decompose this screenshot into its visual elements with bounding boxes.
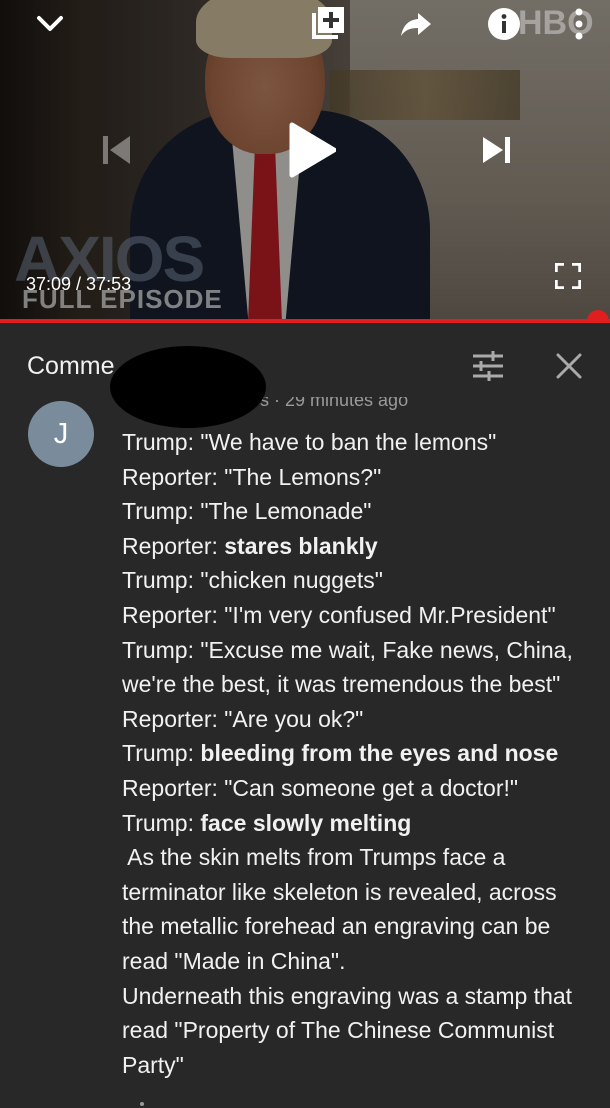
fullscreen-button[interactable] [548,258,588,294]
comment-line-text: As the skin melts from Trumps face a [122,844,506,871]
comment-line: Trump: "chicken nuggets" [122,563,592,598]
comment-line-text: Trump: "The Lemonade" [122,498,372,525]
info-icon [488,8,520,40]
comment-line-text: read "Property of The Chinese Communist [122,1017,555,1044]
comment-line-text: Trump: [122,740,201,767]
time-display: 37:09 / 37:53 [26,274,132,294]
sort-comments-button[interactable] [468,346,508,386]
play-button[interactable] [278,116,344,184]
minimize-button[interactable] [30,6,70,42]
comment-line-text: Reporter: [122,532,225,559]
comment-line-action: face slowly melting [200,809,412,836]
fullscreen-icon [555,263,581,289]
comment-line: Trump: "Excuse me wait, Fake news, China… [122,633,592,668]
comment-line-text: the metallic forehead an engraving can b… [122,913,551,940]
comment-line: Reporter: "The Lemons?" [122,460,592,495]
comment-line: we're the best, it was tremendous the be… [122,667,592,702]
comment-line: the metallic forehead an engraving can b… [122,909,592,944]
comment-line: Trump: "The Lemonade" [122,494,592,529]
close-comments-button[interactable] [550,348,588,384]
comment-line-text: terminator like skeleton is revealed, ac… [122,878,557,905]
play-icon [289,122,336,178]
comment-line-action: stares blankly [224,532,378,559]
comment-line-text: Underneath this engraving was a stamp th… [122,982,573,1009]
comment-line-text: Reporter: "Are you ok?" [122,705,364,732]
avatar[interactable]: J [28,401,94,467]
comment-line: Party" [122,1048,592,1083]
comments-title: Comme [27,352,115,380]
skip-next-icon [483,137,510,163]
add-to-playlist-button[interactable] [306,2,350,44]
comment-line: Underneath this engraving was a stamp th… [122,979,592,1014]
more-options-button[interactable] [566,4,592,44]
comment-line-text: Trump: "Excuse me wait, Fake news, China… [122,636,573,663]
comment-line: read "Made in China". [122,944,592,979]
comment-line-text: Reporter: "The Lemons?" [122,463,382,490]
share-button[interactable] [396,6,436,42]
comment-line: Reporter: "I'm very confused Mr.Presiden… [122,598,592,633]
add-to-playlist-icon [312,7,344,39]
skip-previous-icon [103,136,130,164]
sort-icon [473,351,503,381]
chevron-down-icon [37,16,63,31]
comment-line: read "Property of The Chinese Communist [122,1013,592,1048]
share-icon [401,13,431,36]
comment-line-text: Party" [122,1051,184,1078]
more-vert-icon [575,8,583,40]
next-comment-fragment [140,1102,144,1106]
comment-line-text: Reporter: "I'm very confused Mr.Presiden… [122,601,556,628]
comment-line: Reporter: stares blankly [122,529,592,564]
comment-line: As the skin melts from Trumps face a [122,840,592,875]
comment-line: Reporter: "Are you ok?" [122,702,592,737]
comment-line: terminator like skeleton is revealed, ac… [122,875,592,910]
comment-text: Trump: "We have to ban the lemons" Report… [122,425,592,1082]
video-player[interactable]: AXIOS FULL EPISODE HBO 37:09 / 37:53 [0,0,610,322]
comment-line-action: bleeding from the eyes and nose [200,740,559,767]
comment-line-text: read "Made in China". [122,947,346,974]
avatar-letter: J [53,417,69,450]
comment-line: Trump: "We have to ban the lemons" [122,425,592,460]
comment-line-text: Trump: "chicken nuggets" [122,567,383,594]
close-icon [556,353,582,379]
comment-line-text: we're the best, it was tremendous the be… [122,671,561,698]
previous-button[interactable] [94,128,138,172]
comment-line-text: Trump: "We have to ban the lemons" [122,429,497,455]
info-button[interactable] [484,4,524,44]
comment-line: Trump: bleeding from the eyes and nose [122,736,592,771]
comment-line: Reporter: "Can someone get a doctor!" [122,771,592,806]
comment-line-text: Reporter: "Can someone get a doctor!" [122,774,519,801]
redaction-mark [110,346,266,428]
comment-line-text: Trump: [122,809,201,836]
comment-line: Trump: face slowly melting [122,806,592,841]
next-button[interactable] [474,128,518,172]
